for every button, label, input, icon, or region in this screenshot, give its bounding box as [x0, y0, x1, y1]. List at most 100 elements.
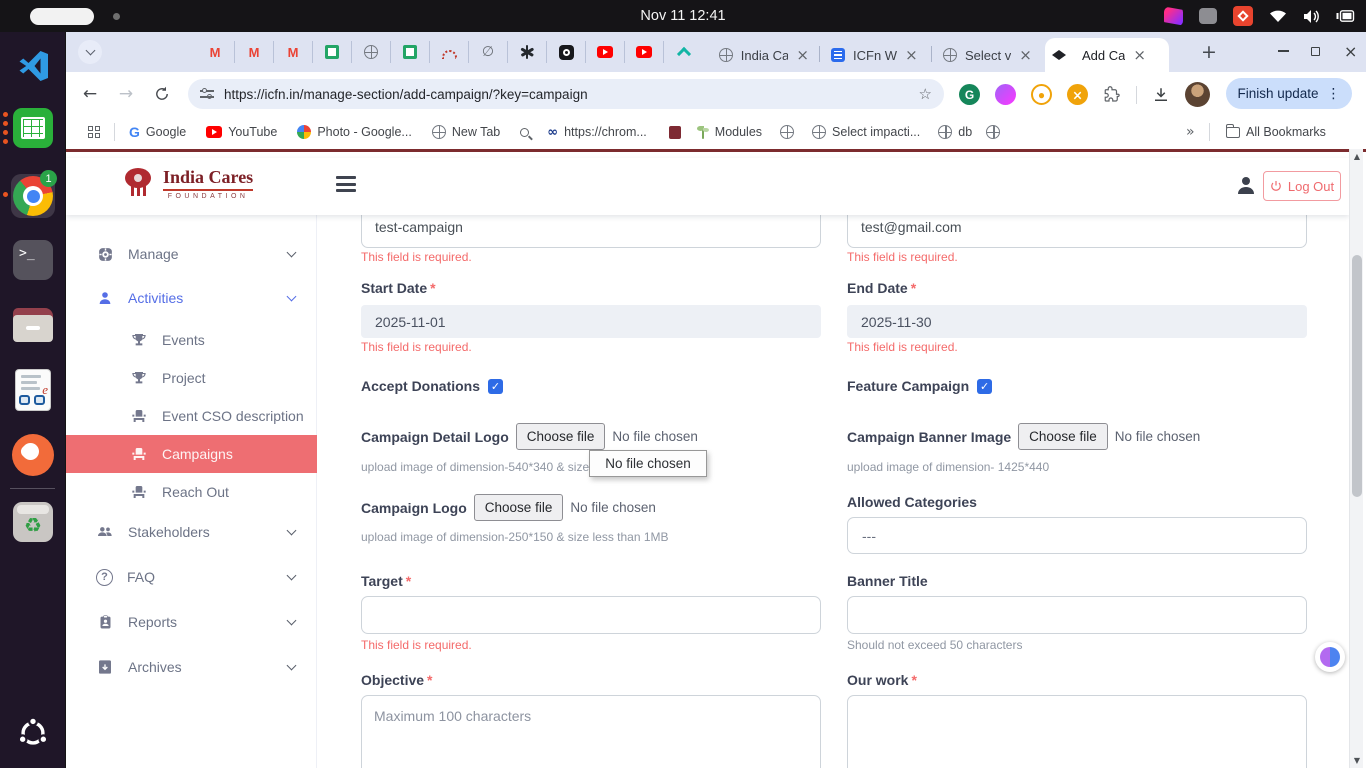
apps-grid-icon[interactable]	[88, 126, 100, 138]
bookmark-google[interactable]: G Google	[129, 124, 186, 140]
bookmark-modules[interactable]: Modules	[697, 125, 762, 139]
pinned-tab-youtube[interactable]	[625, 41, 664, 63]
our-work-textarea[interactable]	[847, 695, 1307, 768]
back-button[interactable]: ←	[76, 80, 104, 108]
downloads-icon[interactable]	[1152, 86, 1170, 104]
sidebar-item-event-cso-description[interactable]: Event CSO description	[66, 397, 317, 435]
app-indicator-icon[interactable]	[1164, 7, 1183, 26]
allowed-categories-select[interactable]: ---	[847, 517, 1307, 554]
objective-textarea[interactable]	[361, 695, 821, 768]
url-text[interactable]: https://icfn.in/manage-section/add-campa…	[224, 87, 909, 102]
vscode-dock-icon[interactable]	[11, 44, 55, 88]
address-bar[interactable]: https://icfn.in/manage-section/add-campa…	[188, 79, 944, 109]
sidebar-item-stakeholders[interactable]: Stakeholders	[66, 513, 317, 551]
grammarly-extension-icon[interactable]: G	[959, 84, 980, 105]
profile-avatar[interactable]	[1185, 82, 1210, 107]
sidebar-item-manage[interactable]: Manage	[66, 235, 317, 273]
pinned-tab-sheets[interactable]	[313, 41, 352, 63]
document-viewer-dock-icon[interactable]: e	[11, 368, 55, 412]
tab-select[interactable]: Select v ×	[935, 38, 1041, 72]
sidebar-item-project[interactable]: Project	[66, 359, 317, 397]
pinned-tab-gmail[interactable]: M	[235, 41, 274, 63]
scrollbar-thumb[interactable]	[1352, 255, 1362, 497]
hamburger-menu-icon[interactable]	[336, 174, 358, 194]
tab-icfn[interactable]: ICFn W ×	[823, 38, 929, 72]
system-tray[interactable]	[1164, 0, 1356, 32]
window-restore-button[interactable]	[1311, 47, 1320, 56]
brain-extension-fab[interactable]	[1315, 642, 1345, 672]
sidebar-item-reach-out[interactable]: Reach Out	[66, 473, 317, 511]
pinned-tab-gmail[interactable]: M	[196, 41, 235, 63]
tab-close-icon[interactable]: ×	[796, 48, 809, 63]
forward-button[interactable]: →	[112, 80, 140, 108]
brand-logo[interactable]: India Cares FOUNDATION	[121, 166, 253, 200]
target-input[interactable]	[361, 596, 821, 634]
bookmark-google-photos[interactable]: Photo - Google...	[297, 125, 412, 139]
bookmark-youtube[interactable]: YouTube	[206, 125, 277, 139]
finish-update-button[interactable]: Finish update ⋮	[1226, 78, 1352, 109]
extensions-puzzle-icon[interactable]	[1103, 86, 1121, 104]
feature-campaign-checkbox[interactable]: ✓	[977, 379, 992, 394]
pinned-tab-null[interactable]: ∅	[469, 41, 508, 63]
wifi-icon[interactable]	[1269, 9, 1287, 23]
system-clock[interactable]: Nov 11 12:41	[0, 0, 1366, 32]
sidebar-item-events[interactable]: Events	[66, 321, 317, 359]
bookmark-star-icon[interactable]: ☆	[919, 85, 932, 103]
messages-icon[interactable]	[1199, 8, 1217, 24]
battery-icon[interactable]	[1336, 10, 1356, 22]
search-bookmark-icon[interactable]	[520, 128, 529, 137]
reload-button[interactable]	[148, 80, 176, 108]
pinned-tab-globe[interactable]	[352, 41, 391, 63]
bookmark-globe[interactable]	[780, 125, 794, 139]
pinned-tab-youtube[interactable]	[586, 41, 625, 63]
terminal-dock-icon[interactable]: >_	[11, 238, 55, 282]
scroll-down-arrow[interactable]: ▼	[1350, 753, 1364, 768]
tab-search-button[interactable]	[78, 40, 102, 64]
tab-close-icon[interactable]: ×	[1133, 48, 1146, 63]
bookmark-chrome-link[interactable]: ∞ https://chrom...	[547, 125, 647, 140]
postman-dock-icon[interactable]	[11, 433, 55, 477]
window-minimize-button[interactable]	[1278, 44, 1289, 52]
trash-dock-icon[interactable]: ♻	[11, 500, 55, 544]
window-close-button[interactable]: ×	[1344, 45, 1357, 59]
bookmark-favicon[interactable]	[669, 126, 681, 139]
banner-title-input[interactable]	[847, 596, 1307, 634]
bookmark-globe[interactable]	[986, 125, 1000, 139]
red-app-indicator-icon[interactable]	[1233, 6, 1253, 26]
sidebar-item-faq[interactable]: ? FAQ	[66, 558, 317, 596]
logout-button[interactable]: Log Out	[1263, 171, 1341, 201]
sidebar-item-archives[interactable]: Archives	[66, 648, 317, 686]
pinned-tab-gmail[interactable]: M	[274, 41, 313, 63]
orange-x-extension-icon[interactable]: ⨯	[1067, 84, 1088, 105]
brain-extension-icon[interactable]	[995, 84, 1016, 105]
page-scrollbar[interactable]: ▲ ▼	[1349, 149, 1363, 768]
sidebar-item-reports[interactable]: Reports	[66, 603, 317, 641]
all-bookmarks-button[interactable]: All Bookmarks	[1226, 125, 1326, 139]
site-settings-icon[interactable]	[200, 88, 214, 100]
pinned-tab-sheets[interactable]	[391, 41, 430, 63]
pinned-tab-dark-app[interactable]	[547, 41, 586, 63]
tab-close-icon[interactable]: ×	[1019, 48, 1032, 63]
accept-donations-checkbox[interactable]: ✓	[488, 379, 503, 394]
choose-file-button[interactable]: Choose file	[1018, 423, 1108, 450]
tab-close-icon[interactable]: ×	[905, 48, 918, 63]
volume-icon[interactable]	[1303, 9, 1320, 24]
chrome-dock-icon[interactable]: 1	[11, 174, 55, 218]
files-dock-icon[interactable]	[11, 303, 55, 347]
choose-file-button[interactable]: Choose file	[474, 494, 564, 521]
bookmarks-overflow-chevron[interactable]: »	[1186, 124, 1195, 140]
new-tab-button[interactable]: +	[1201, 41, 1217, 63]
tab-india-cares[interactable]: India Ca ×	[711, 38, 817, 72]
kebab-menu-icon[interactable]: ⋮	[1327, 86, 1341, 102]
ubuntu-apps-dock-icon[interactable]	[11, 711, 55, 755]
pinned-tab-openai[interactable]	[508, 41, 547, 63]
user-profile-icon[interactable]	[1234, 172, 1258, 198]
choose-file-button[interactable]: Choose file	[516, 423, 606, 450]
bookmark-db[interactable]: db	[938, 125, 972, 139]
end-date-input[interactable]	[847, 305, 1307, 338]
sidebar-item-activities[interactable]: Activities	[66, 279, 317, 317]
tab-add-campaign-active[interactable]: Add Ca ×	[1045, 38, 1169, 72]
pinned-tab-arc[interactable]	[430, 41, 469, 63]
start-date-input[interactable]	[361, 305, 821, 338]
bookmark-select-impact[interactable]: Select impacti...	[812, 125, 920, 139]
